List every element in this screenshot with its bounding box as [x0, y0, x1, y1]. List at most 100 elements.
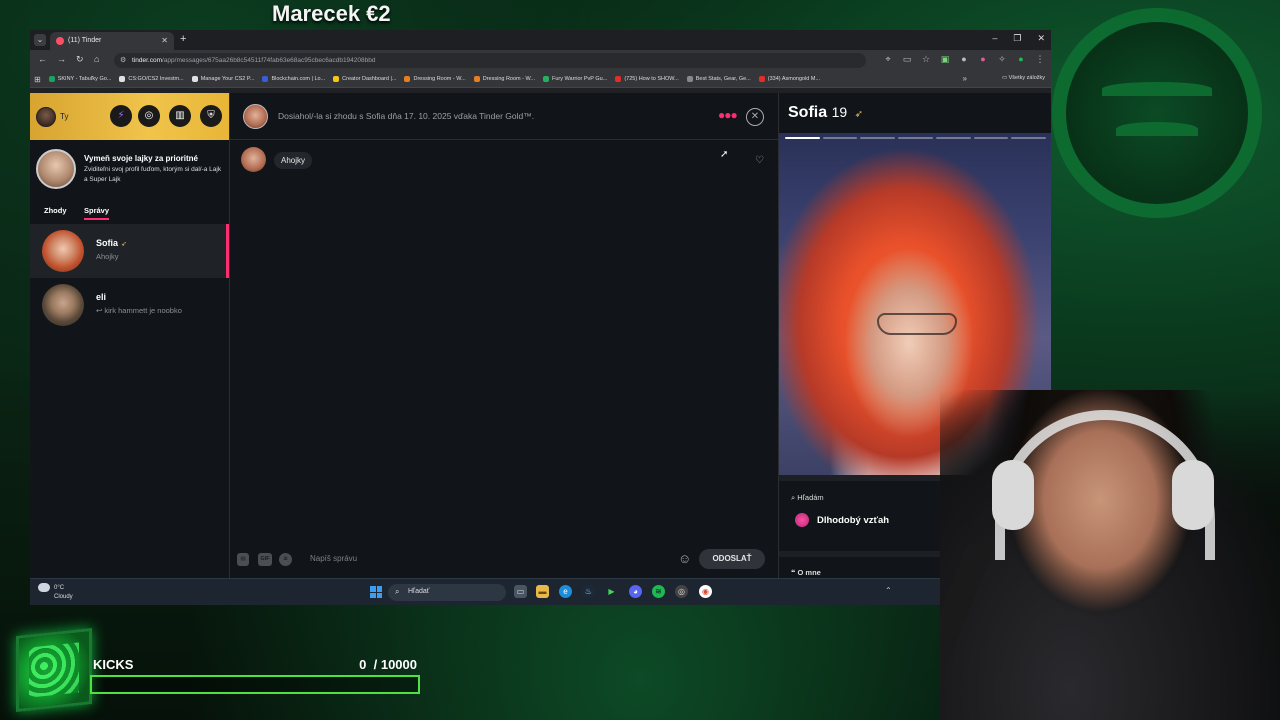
bookmark-item[interactable]: Dressing Room - W... — [473, 76, 535, 82]
close-tab-icon[interactable]: ✕ — [161, 36, 168, 45]
bookmarks-bar: ⊞ SKINY - Tabuľky Go... CS:GO/CS2 Investm… — [30, 71, 1051, 88]
bookmark-item[interactable]: (725) How to SHOW... — [615, 76, 679, 82]
home-icon[interactable]: ⌂ — [94, 54, 99, 64]
reload-icon[interactable]: ↻ — [76, 54, 84, 65]
extension-pink-icon[interactable]: ● — [978, 54, 988, 65]
edge-icon[interactable]: e — [559, 585, 572, 598]
spotify-share-icon[interactable]: ≋ — [279, 553, 292, 566]
photo-indicator[interactable] — [785, 137, 820, 139]
weather-temp: 0°C — [54, 585, 65, 592]
forward-icon[interactable]: → — [57, 54, 66, 64]
search-icon: ⌕ — [395, 587, 400, 596]
weather-widget[interactable]: 0°C Cloudy — [38, 583, 73, 602]
task-view-icon[interactable]: ▭ — [514, 585, 527, 598]
bookmark-item[interactable]: Best Stats, Gear, Ge... — [686, 76, 751, 82]
bookmark-item[interactable]: Creator Dashboard |... — [333, 76, 396, 82]
address-bar: ← → ↻ ⌂ ⚙ tinder.com/app/messages/675aa2… — [30, 50, 1051, 71]
match-avatar[interactable] — [243, 104, 268, 129]
message-input[interactable] — [310, 554, 670, 563]
tab-search-icon[interactable]: ⌄ — [34, 34, 46, 46]
conversation-item[interactable]: eli ↩ kirk hammett je noobko — [30, 278, 229, 332]
bookmark-item[interactable]: Blockchain.com | Lo... — [262, 76, 325, 82]
conversation-last-message: Ahojky — [96, 252, 119, 261]
apps-grid-icon[interactable]: ⊞ — [34, 75, 41, 84]
shield-icon[interactable]: ⛨ — [200, 105, 222, 127]
chrome-icon[interactable]: ◉ — [699, 585, 712, 598]
my-avatar[interactable] — [36, 107, 56, 127]
taskbar-search[interactable]: ⌕ Hľadať — [388, 584, 506, 601]
headset-earcup — [1172, 460, 1214, 530]
photo-indicator[interactable] — [898, 137, 933, 139]
tinder-app: Ty ⚡ ◎ ▥ ⛨ Vymeň svoje lajky za prioritn… — [30, 93, 1051, 578]
promo-title: Vymeň svoje lajky za prioritné — [84, 154, 198, 163]
browser-tab[interactable]: (11) Tinder ✕ — [50, 32, 174, 50]
discord-icon[interactable]: ◕ — [629, 585, 642, 598]
bookmark-item[interactable]: Dressing Room - W... — [404, 76, 466, 82]
bookmark-item[interactable]: Fury Warrior PvP Gu... — [543, 76, 607, 82]
photo-indicator[interactable] — [860, 137, 896, 139]
quote-icon: ❝ — [791, 568, 796, 577]
bookmark-favicon-icon — [543, 76, 549, 82]
tab-title: (11) Tinder — [68, 37, 102, 44]
mouse-cursor-icon: ➚ — [720, 149, 729, 160]
photo-indicator[interactable] — [822, 137, 858, 139]
bookmark-label: CS:GO/CS2 Investm... — [128, 76, 184, 82]
all-bookmarks-link[interactable]: ▭ Všetky záložky — [1002, 75, 1045, 81]
bookmark-item[interactable]: SKINY - Tabuľky Go... — [48, 76, 111, 82]
more-options-icon[interactable]: ●●● — [718, 108, 738, 122]
photo-pagination — [785, 137, 1047, 139]
extensions-puzzle-icon[interactable]: ✧ — [997, 54, 1007, 65]
minimize-icon[interactable]: – — [992, 33, 997, 44]
send-button[interactable]: ODOSLAŤ — [699, 549, 765, 569]
browser-window: ⌄ (11) Tinder ✕ + – ❐ ✕ ← → ↻ ⌂ ⚙ tinder… — [30, 30, 1051, 578]
tab-matches[interactable]: Zhody — [44, 206, 67, 218]
sidebar: Ty ⚡ ◎ ▥ ⛨ Vymeň svoje lajky za prioritn… — [30, 93, 229, 578]
spotify-icon[interactable]: ≋ — [652, 585, 665, 598]
chat-panel: Dosiahol/-la si zhodu s Sofia dňa 17. 10… — [229, 93, 778, 578]
briefcase-icon[interactable]: ▥ — [169, 105, 191, 127]
cast-icon[interactable]: ▭ — [902, 54, 912, 65]
location-icon[interactable]: ⌖ — [883, 54, 893, 65]
file-explorer-icon[interactable]: ▬ — [536, 585, 549, 598]
site-info-icon[interactable]: ⚙ — [120, 56, 126, 64]
boost-icon[interactable]: ⚡ — [110, 105, 132, 127]
bookmark-item[interactable]: CS:GO/CS2 Investm... — [119, 76, 184, 82]
sticker-icon[interactable]: ▤ — [237, 553, 249, 566]
emoji-icon[interactable]: ☺ — [678, 551, 691, 566]
like-message-heart-icon[interactable]: ♡ — [755, 155, 764, 166]
close-chat-icon[interactable]: ✕ — [746, 108, 764, 126]
bookmark-item[interactable]: (334) Asmongold M... — [758, 76, 820, 82]
tinder-favicon-icon — [56, 37, 64, 45]
windows-start-icon[interactable] — [370, 586, 382, 598]
bookmark-star-icon[interactable]: ☆ — [921, 54, 931, 65]
back-icon[interactable]: ← — [38, 54, 47, 64]
tab-messages[interactable]: Správy — [84, 206, 110, 220]
bookmarks-more-icon[interactable]: » — [963, 74, 967, 83]
url-input[interactable]: ⚙ tinder.com/app/messages/675aa26b8c5451… — [114, 53, 866, 68]
conversation-name: eli — [96, 292, 107, 302]
conversation-avatar — [42, 230, 84, 272]
steam-icon[interactable]: ♨ — [582, 585, 595, 598]
photo-indicator[interactable] — [1011, 137, 1047, 139]
maximize-icon[interactable]: ❐ — [1013, 33, 1021, 44]
menu-icon[interactable]: ⋮ — [1035, 54, 1045, 65]
my-profile-label[interactable]: Ty — [60, 112, 68, 121]
url-host: tinder.com — [132, 57, 162, 64]
photo-indicator[interactable] — [973, 137, 1009, 139]
bookmark-item[interactable]: Manage Your CS2 P... — [191, 76, 254, 82]
explore-icon[interactable]: ◎ — [138, 105, 160, 127]
tray-expand-icon[interactable]: ⌃ — [885, 586, 892, 595]
bookmark-label: Blockchain.com | Lo... — [271, 76, 326, 82]
priority-likes-promo[interactable]: Vymeň svoje lajky za prioritné Zviditeľn… — [30, 140, 229, 202]
media-player-icon[interactable]: ▶ — [605, 585, 618, 598]
folder-icon: ▭ — [1001, 75, 1008, 81]
close-window-icon[interactable]: ✕ — [1037, 33, 1045, 44]
gif-button[interactable]: GIF — [258, 553, 272, 566]
extension-cs-icon[interactable]: ▣ — [940, 54, 950, 65]
spotify-extension-icon[interactable]: ● — [1016, 54, 1026, 65]
extension-record-icon[interactable]: ● — [959, 54, 969, 65]
new-tab-icon[interactable]: + — [180, 33, 186, 45]
conversation-item[interactable]: Sofia ➶ Ahojky — [30, 224, 229, 278]
photo-indicator[interactable] — [935, 137, 971, 139]
obs-icon[interactable]: ◎ — [675, 585, 688, 598]
